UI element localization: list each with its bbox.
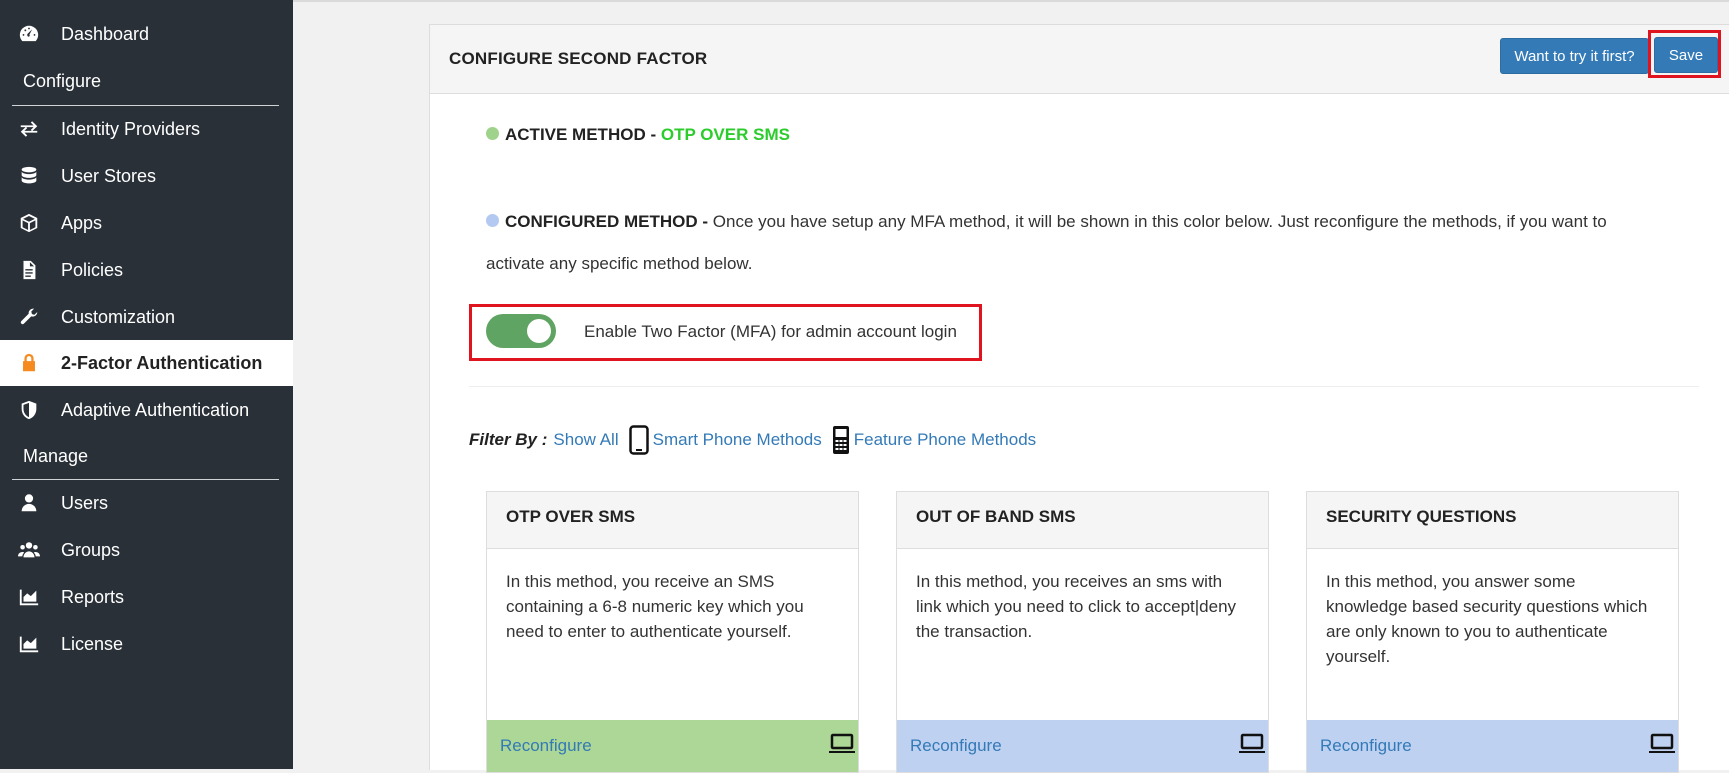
section-label-configure: Configure [23, 71, 102, 91]
laptop-icon[interactable] [1238, 733, 1266, 760]
filter-bar: Filter By : Show All Smart Phone Methods… [469, 425, 1036, 455]
sidebar-item-label: Reports [61, 586, 125, 607]
area-chart-icon [17, 632, 41, 656]
sidebar-item-reports[interactable]: Reports [0, 574, 293, 620]
sidebar-item-adaptive-authentication[interactable]: Adaptive Authentication [0, 387, 293, 433]
filter-smart-phone-link[interactable]: Smart Phone Methods [653, 430, 822, 450]
cube-icon [17, 211, 41, 235]
card-footer: Reconfigure [487, 720, 858, 772]
sidebar-item-label: Customization [61, 306, 176, 327]
sidebar-item-dashboard[interactable]: Dashboard [0, 11, 293, 57]
toggle-knob [527, 319, 551, 343]
section-divider [469, 386, 1699, 387]
configured-method-label: CONFIGURED METHOD - [505, 212, 713, 231]
sidebar-item-label: License [61, 633, 124, 654]
mfa-admin-toggle[interactable] [486, 314, 556, 348]
sidebar-item-groups[interactable]: Groups [0, 527, 293, 573]
sidebar-item-label: Users [61, 492, 109, 513]
users-group-icon [17, 538, 41, 562]
reconfigure-link[interactable]: Reconfigure [910, 736, 1002, 756]
panel-header: CONFIGURE SECOND FACTOR Want to try it f… [430, 25, 1729, 94]
active-dot-icon [486, 127, 499, 141]
card-description: In this method, you answer some knowledg… [1326, 572, 1648, 666]
card-title: OUT OF BAND SMS [897, 492, 1268, 549]
sidebar-item-apps[interactable]: Apps [0, 200, 293, 246]
sidebar-item-policies[interactable]: Policies [0, 247, 293, 293]
exchange-arrows-icon [17, 117, 41, 141]
database-icon [17, 164, 41, 188]
try-it-first-button[interactable]: Want to try it first? [1500, 38, 1649, 74]
area-chart-icon [17, 585, 41, 609]
reconfigure-link[interactable]: Reconfigure [500, 736, 592, 756]
sidebar: Dashboard Configure Identity Providers U… [0, 0, 293, 769]
sidebar-item-label: User Stores [61, 165, 157, 186]
method-card-security-questions: SECURITY QUESTIONS In this method, you a… [1306, 491, 1679, 773]
page-title: CONFIGURE SECOND FACTOR [449, 49, 708, 68]
card-description: In this method, you receive an SMS conta… [506, 572, 804, 641]
configured-dot-icon [486, 214, 499, 228]
laptop-icon[interactable] [828, 733, 856, 760]
method-card-otp-over-sms: OTP OVER SMS In this method, you receive… [486, 491, 859, 773]
filter-label: Filter By : [469, 430, 548, 449]
method-card-out-of-band-sms: OUT OF BAND SMS In this method, you rece… [896, 491, 1269, 773]
mfa-admin-toggle-label: Enable Two Factor (MFA) for admin accoun… [584, 322, 957, 341]
section-label-manage: Manage [23, 446, 89, 466]
card-footer: Reconfigure [897, 720, 1268, 772]
card-title: SECURITY QUESTIONS [1307, 492, 1678, 549]
filter-show-all-link[interactable]: Show All [553, 430, 618, 450]
active-method-label: ACTIVE METHOD - [505, 125, 661, 144]
configured-method-text: CONFIGURED METHOD - Once you have setup … [486, 201, 1666, 285]
sidebar-item-2-factor-authentication[interactable]: 2-Factor Authentication [0, 340, 293, 386]
sidebar-item-customization[interactable]: Customization [0, 294, 293, 340]
active-method-line: ACTIVE METHOD - OTP OVER SMS [486, 125, 790, 145]
sidebar-item-identity-providers[interactable]: Identity Providers [0, 106, 293, 152]
sidebar-item-label: Groups [61, 539, 121, 560]
feature-phone-icon [832, 425, 850, 455]
dashboard-gauge-icon [17, 22, 41, 46]
sidebar-item-label: Adaptive Authentication [61, 399, 250, 420]
sidebar-item-label: Apps [61, 212, 103, 233]
sidebar-item-license[interactable]: License [0, 621, 293, 667]
sidebar-item-label: 2-Factor Authentication [61, 352, 263, 373]
lock-icon [17, 351, 41, 375]
configure-second-factor-panel: CONFIGURE SECOND FACTOR Want to try it f… [429, 24, 1729, 773]
document-icon [17, 258, 41, 282]
user-icon [17, 491, 41, 515]
active-method-value: OTP OVER SMS [660, 125, 790, 144]
sidebar-item-users[interactable]: Users [0, 480, 293, 526]
reconfigure-link[interactable]: Reconfigure [1320, 736, 1412, 756]
smartphone-icon [628, 425, 649, 455]
laptop-icon[interactable] [1648, 733, 1676, 760]
card-title: OTP OVER SMS [487, 492, 858, 549]
shield-icon [17, 398, 41, 422]
sidebar-item-label: Policies [61, 259, 124, 280]
card-description: In this method, you receives an sms with… [916, 572, 1237, 641]
wrench-icon [17, 305, 41, 329]
filter-feature-phone-link[interactable]: Feature Phone Methods [854, 430, 1036, 450]
sidebar-item-label: Dashboard [61, 23, 150, 44]
sidebar-item-label: Identity Providers [61, 118, 201, 139]
card-footer: Reconfigure [1307, 720, 1678, 772]
save-button[interactable]: Save [1654, 37, 1718, 73]
sidebar-item-user-stores[interactable]: User Stores [0, 153, 293, 199]
